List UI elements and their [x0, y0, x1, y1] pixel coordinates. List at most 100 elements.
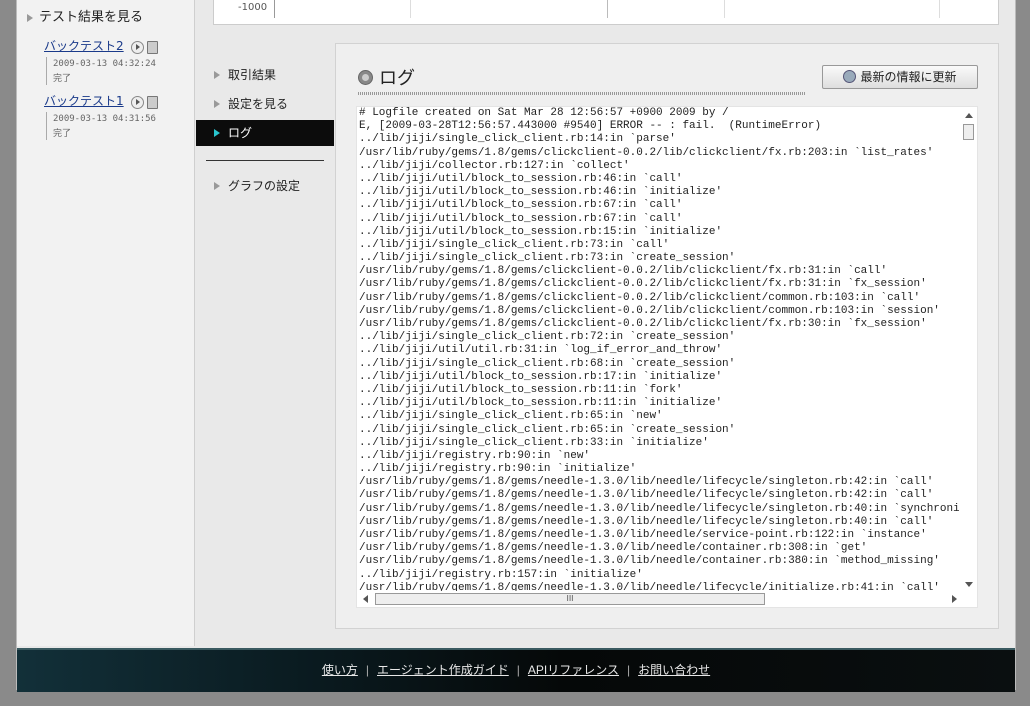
test-results-heading-label: テスト結果を見る	[39, 10, 144, 25]
log-line: ../lib/jiji/util/block_to_session.rb:11:…	[359, 383, 683, 396]
log-line: E, [2009-03-28T12:56:57.443000 #9540] ER…	[359, 120, 822, 133]
log-line: /usr/lib/ruby/gems/1.8/gems/clickclient-…	[359, 291, 921, 304]
log-line: ../lib/jiji/registry.rb:157:in `initiali…	[359, 568, 643, 581]
vertical-scrollbar[interactable]	[961, 107, 977, 591]
scroll-down-icon[interactable]	[965, 582, 973, 587]
nav-item-graph-settings[interactable]: グラフの設定	[196, 173, 334, 199]
log-line: /usr/lib/ruby/gems/1.8/gems/needle-1.3.0…	[359, 581, 940, 591]
footer-link-contact[interactable]: お問い合わせ	[638, 663, 710, 677]
chart-gridline	[607, 0, 608, 18]
log-line: /usr/lib/ruby/gems/1.8/gems/needle-1.3.0…	[359, 489, 934, 502]
log-line: ../lib/jiji/util/block_to_session.rb:17:…	[359, 370, 723, 383]
log-line: /usr/lib/ruby/gems/1.8/gems/clickclient-…	[359, 265, 888, 278]
scroll-left-icon[interactable]	[363, 595, 368, 603]
bullet-arrow-icon	[214, 182, 220, 190]
page: テスト結果を見る バックテスト2 2009-03-13 04:32:24 完了 …	[16, 0, 1016, 692]
backtest-link[interactable]: バックテスト1	[44, 94, 124, 108]
log-textarea[interactable]: # Logfile created on Sat Mar 28 12:56:57…	[356, 106, 978, 608]
chart-gridline	[939, 0, 940, 18]
log-line: ../lib/jiji/collector.rb:127:in `collect…	[359, 159, 630, 172]
log-line: /usr/lib/ruby/gems/1.8/gems/needle-1.3.0…	[359, 529, 927, 541]
scroll-right-icon[interactable]	[952, 595, 957, 603]
log-line: /usr/lib/ruby/gems/1.8/gems/needle-1.3.0…	[359, 476, 934, 489]
log-line: ../lib/jiji/single_click_client.rb:33:in…	[359, 436, 709, 449]
backtest-datetime: 2009-03-13 04:31:56	[53, 114, 156, 124]
footer: 使い方 | エージェント作成ガイド | APIリファレンス | お問い合わせ	[17, 648, 1015, 692]
log-line: /usr/lib/ruby/gems/1.8/gems/needle-1.3.0…	[359, 555, 940, 568]
y-axis-tick-label: -1000	[238, 2, 268, 13]
log-line: ../lib/jiji/util/block_to_session.rb:67:…	[359, 212, 683, 225]
nav-item-label: 設定を見る	[228, 97, 289, 111]
log-title-text: ログ	[379, 68, 415, 89]
log-title: ログ	[358, 64, 415, 90]
left-sidebar: テスト結果を見る バックテスト2 2009-03-13 04:32:24 完了 …	[17, 0, 195, 646]
log-line: ../lib/jiji/single_click_client.rb:65:in…	[359, 410, 663, 423]
chart-gridline	[724, 0, 725, 18]
backtest-item: バックテスト2 2009-03-13 04:32:24 完了	[44, 37, 184, 85]
nav-item-trade-results[interactable]: 取引結果	[196, 62, 334, 88]
log-line: ../lib/jiji/single_click_client.rb:73:in…	[359, 238, 670, 251]
footer-link-howto[interactable]: 使い方	[322, 663, 358, 677]
log-line: ../lib/jiji/single_click_client.rb:68:in…	[359, 357, 736, 370]
log-line: ../lib/jiji/single_click_client.rb:14:in…	[359, 133, 676, 146]
log-line: /usr/lib/ruby/gems/1.8/gems/needle-1.3.0…	[359, 502, 959, 515]
test-results-heading[interactable]: テスト結果を見る	[27, 6, 143, 25]
bullet-arrow-icon	[27, 13, 33, 22]
log-line: ../lib/jiji/util/block_to_session.rb:11:…	[359, 397, 723, 410]
result-nav: 取引結果 設定を見る ログ グラフの設定	[196, 62, 334, 202]
log-line: ../lib/jiji/single_click_client.rb:73:in…	[359, 252, 736, 265]
log-line: ../lib/jiji/registry.rb:90:in `new'	[359, 449, 591, 462]
trash-icon[interactable]	[147, 95, 159, 109]
nav-item-label: 取引結果	[228, 68, 277, 82]
refresh-button-label: 最新の情報に更新	[860, 70, 957, 84]
backtest-meta: 2009-03-13 04:32:24 完了	[46, 57, 184, 85]
footer-link-agent-guide[interactable]: エージェント作成ガイド	[377, 663, 509, 677]
chart-gridline	[410, 0, 411, 18]
log-line: ../lib/jiji/util/block_to_session.rb:15:…	[359, 225, 723, 238]
scroll-up-icon[interactable]	[965, 113, 973, 118]
nav-divider	[206, 160, 324, 161]
chart-panel: -1000	[213, 0, 999, 25]
log-line: ../lib/jiji/single_click_client.rb:72:in…	[359, 331, 736, 344]
log-line: /usr/lib/ruby/gems/1.8/gems/needle-1.3.0…	[359, 542, 868, 555]
log-line: /usr/lib/ruby/gems/1.8/gems/clickclient-…	[359, 146, 934, 159]
bullet-arrow-icon	[214, 100, 220, 108]
backtest-link[interactable]: バックテスト2	[44, 39, 124, 53]
log-line: ../lib/jiji/util/util.rb:31:in `log_if_e…	[359, 344, 723, 357]
scroll-thumb[interactable]	[963, 124, 974, 140]
log-line: # Logfile created on Sat Mar 28 12:56:57…	[359, 107, 729, 119]
log-line: ../lib/jiji/util/block_to_session.rb:67:…	[359, 199, 683, 212]
log-line: ../lib/jiji/util/block_to_session.rb:46:…	[359, 172, 683, 185]
log-line: ../lib/jiji/util/block_to_session.rb:46:…	[359, 186, 723, 199]
trash-icon[interactable]	[147, 40, 159, 54]
title-underline	[358, 92, 806, 95]
footer-links: 使い方 | エージェント作成ガイド | APIリファレンス | お問い合わせ	[321, 663, 711, 677]
nav-item-view-settings[interactable]: 設定を見る	[196, 91, 334, 117]
backtest-item: バックテスト1 2009-03-13 04:31:56 完了	[44, 92, 184, 140]
scroll-thumb-horizontal[interactable]: III	[375, 593, 765, 605]
nav-item-label: ログ	[228, 126, 253, 140]
log-line: /usr/lib/ruby/gems/1.8/gems/clickclient-…	[359, 278, 927, 291]
log-line: ../lib/jiji/registry.rb:90:in `initializ…	[359, 463, 637, 476]
backtest-status: 完了	[53, 128, 72, 138]
footer-link-api-reference[interactable]: APIリファレンス	[528, 663, 619, 677]
log-line: ../lib/jiji/single_click_client.rb:65:in…	[359, 423, 736, 436]
log-line: /usr/lib/ruby/gems/1.8/gems/clickclient-…	[359, 304, 940, 317]
log-line: /usr/lib/ruby/gems/1.8/gems/clickclient-…	[359, 318, 927, 330]
refresh-icon	[843, 70, 857, 83]
horizontal-scrollbar[interactable]: III	[357, 591, 961, 607]
log-content: # Logfile created on Sat Mar 28 12:56:57…	[357, 107, 959, 591]
bullet-arrow-icon	[214, 71, 220, 79]
bullet-arrow-icon	[214, 129, 220, 137]
backtest-datetime: 2009-03-13 04:32:24	[53, 59, 156, 69]
refresh-button[interactable]: 最新の情報に更新	[822, 65, 978, 89]
play-icon[interactable]	[131, 40, 145, 54]
nav-item-label: グラフの設定	[228, 179, 301, 193]
log-panel: ログ 最新の情報に更新 # Logfile created on Sat Mar…	[335, 43, 999, 629]
backtest-status: 完了	[53, 73, 72, 83]
log-line: /usr/lib/ruby/gems/1.8/gems/needle-1.3.0…	[359, 515, 934, 528]
backtest-meta: 2009-03-13 04:31:56 完了	[46, 112, 184, 140]
chart-axis-line	[274, 0, 275, 18]
play-icon[interactable]	[131, 95, 145, 109]
nav-item-log[interactable]: ログ	[196, 120, 334, 146]
